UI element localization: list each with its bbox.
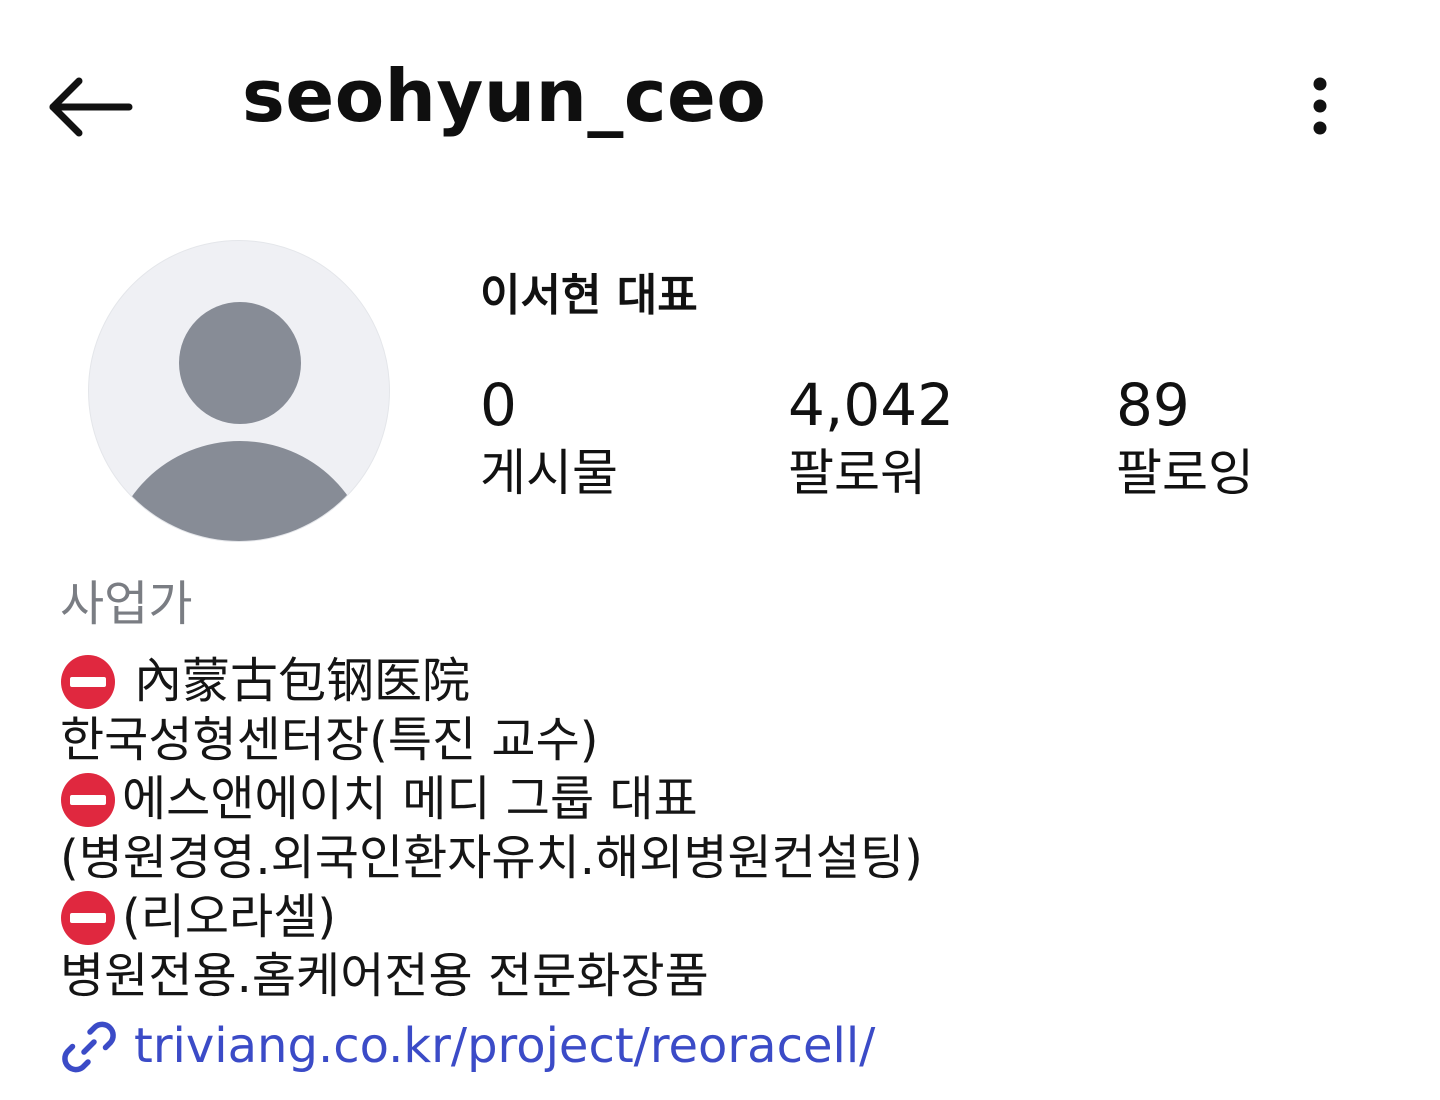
followers-label: 팔로워: [788, 443, 926, 502]
bio-line: 에스앤에이치 메디 그룹 대표: [60, 770, 1400, 829]
more-options-button[interactable]: [1290, 70, 1350, 142]
bio-line: (리오라셀): [60, 888, 1400, 947]
followers-stat[interactable]: 4,042 팔로워: [788, 372, 954, 503]
bio-line: 병원전용.홈케어전용 전문화장품: [60, 947, 1400, 1006]
bio-line-text: 한국성형센터장(특진 교수): [60, 712, 599, 768]
bio-line: 한국성형센터장(특진 교수): [60, 711, 1400, 770]
profile-bio: 內蒙古包钢医院 한국성형센터장(특진 교수) 에스앤에이치 메디 그룹 대표 (…: [60, 652, 1400, 1006]
bio-line-text: 에스앤에이치 메디 그룹 대표: [122, 771, 698, 827]
no-entry-icon: [61, 890, 115, 945]
profile-username: seohyun_ceo: [242, 54, 767, 138]
profile-link[interactable]: triviang.co.kr/project/reoracell/: [60, 1018, 875, 1076]
default-avatar-icon: [111, 302, 369, 541]
bio-line: (병원경영.외국인환자유치.해외병원컨설팅): [60, 829, 1400, 888]
avatar[interactable]: [88, 240, 390, 542]
bio-line: 內蒙古包钢医院: [60, 652, 1400, 711]
posts-count: 0: [480, 371, 517, 439]
bio-line-text: (병원경영.외국인환자유치.해외병원컨설팅): [60, 830, 923, 886]
followers-count: 4,042: [788, 371, 955, 439]
posts-stat[interactable]: 0 게시물: [480, 372, 618, 503]
following-stat[interactable]: 89 팔로잉: [1116, 372, 1254, 503]
no-entry-icon: [61, 654, 115, 709]
posts-label: 게시물: [480, 443, 618, 502]
link-icon: [62, 1021, 116, 1073]
profile-link-text: triviang.co.kr/project/reoracell/: [134, 1018, 876, 1075]
bio-line-text: 병원전용.홈케어전용 전문화장품: [60, 948, 709, 1004]
more-vertical-icon: [1313, 77, 1327, 135]
bio-line-text: (리오라셀): [122, 889, 337, 945]
profile-category: 사업가: [60, 576, 193, 632]
display-name: 이서현 대표: [480, 270, 698, 321]
bio-line-text: 內蒙古包钢医院: [134, 653, 471, 709]
back-button[interactable]: [44, 64, 136, 150]
no-entry-icon: [61, 772, 115, 827]
following-label: 팔로잉: [1116, 443, 1254, 502]
back-arrow-icon: [49, 77, 133, 137]
profile-header: seohyun_ceo: [0, 0, 1440, 210]
following-count: 89: [1116, 371, 1190, 439]
